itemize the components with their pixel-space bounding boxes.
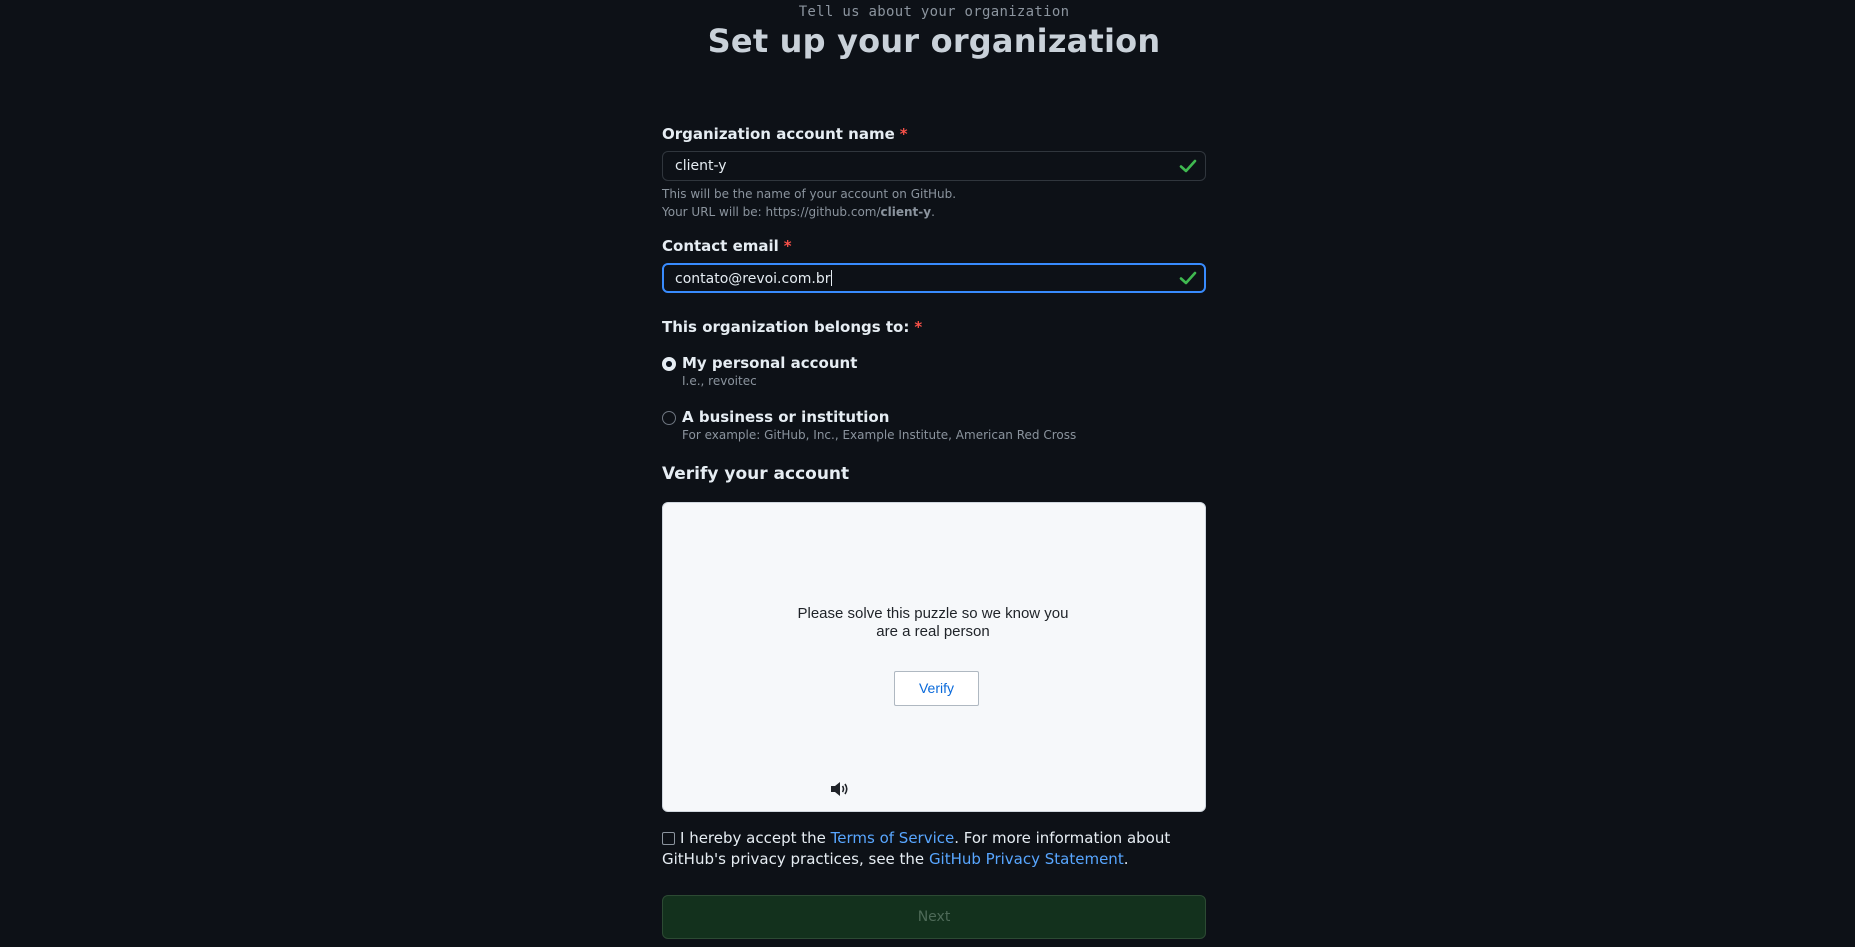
required-mark: * (899, 125, 908, 143)
text-caret (830, 270, 832, 286)
org-name-label-text: Organization account name (662, 125, 895, 143)
radio-personal-account[interactable] (662, 357, 676, 371)
terms-text: I hereby accept the Terms of Service. Fo… (662, 828, 1206, 870)
org-name-note: This will be the name of your account on… (662, 185, 956, 221)
contact-email-label-text: Contact email (662, 237, 779, 255)
org-name-input[interactable]: client-y (662, 151, 1206, 181)
captcha-frame: Please solve this puzzle so we know you … (662, 502, 1206, 812)
belongs-to-label-text: This organization belongs to: (662, 318, 910, 336)
page-title: Set up your organization (707, 22, 1161, 60)
option-business-label: A business or institution (682, 408, 890, 426)
captcha-prompt: Please solve this puzzle so we know you … (797, 605, 1069, 640)
belongs-to-label: This organization belongs to: * (662, 318, 922, 336)
verify-button[interactable]: Verify (894, 671, 979, 706)
required-mark: * (783, 237, 792, 255)
next-button[interactable]: Next (662, 895, 1206, 939)
required-mark: * (914, 318, 923, 336)
option-personal-label: My personal account (682, 354, 858, 372)
contact-email-value: contato@revoi.com.br (675, 271, 831, 287)
speaker-icon[interactable] (830, 781, 850, 797)
terms-of-service-link[interactable]: Terms of Service (831, 829, 955, 847)
org-name-note-line1: This will be the name of your account on… (662, 187, 957, 201)
option-personal-note: I.e., revoitec (682, 374, 757, 388)
page-subtitle: Tell us about your organization (798, 4, 1070, 20)
contact-email-label: Contact email * (662, 237, 792, 255)
org-url-suffix: . (931, 205, 935, 219)
org-name-value: client-y (675, 158, 727, 174)
page: Tell us about your organization Set up y… (0, 0, 1855, 947)
check-icon (1179, 159, 1197, 173)
option-business-note: For example: GitHub, Inc., Example Insti… (682, 428, 1077, 442)
privacy-statement-link[interactable]: GitHub Privacy Statement (929, 850, 1124, 868)
check-icon (1179, 271, 1197, 285)
org-url-prefix: Your URL will be: https://github.com/ (662, 205, 881, 219)
org-name-label: Organization account name * (662, 125, 908, 143)
terms-prefix: I hereby accept the (680, 829, 831, 847)
org-url-note: Your URL will be: https://github.com/cli… (662, 203, 956, 221)
terms-suffix: . (1123, 850, 1129, 868)
org-url-name: client-y (880, 205, 932, 219)
contact-email-input[interactable]: contato@revoi.com.br (662, 263, 1206, 293)
radio-business[interactable] (662, 411, 676, 425)
verify-title: Verify your account (662, 464, 850, 484)
